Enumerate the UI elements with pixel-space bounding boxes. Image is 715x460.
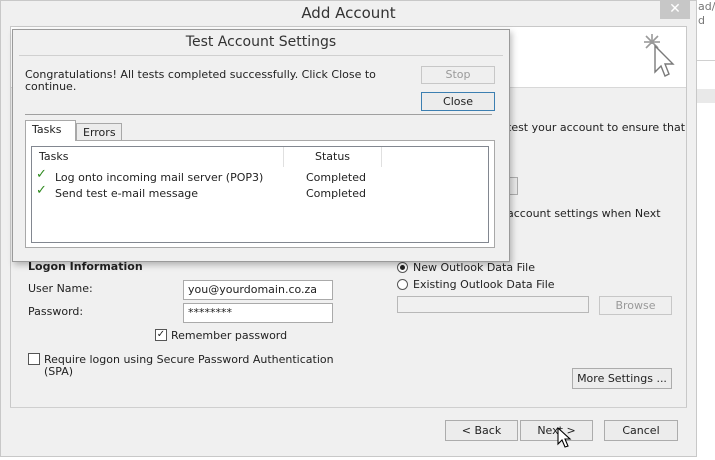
task-row-1-name: Log onto incoming mail server (POP3) (55, 171, 264, 184)
browse-button[interactable]: Browse (599, 296, 672, 315)
task-row-2-status: Completed (306, 187, 366, 200)
column-header-status[interactable]: Status (284, 147, 382, 167)
background-divider (697, 60, 715, 61)
tab-join (26, 139, 75, 141)
username-label: User Name: (28, 282, 93, 295)
background-window-text: ad/ d (698, 0, 715, 27)
footer-divider (10, 407, 687, 408)
popup-message-line2: continue. (25, 80, 77, 93)
task-row-2-name: Send test e-mail message (55, 187, 199, 200)
remember-password-checkbox[interactable]: ✓ (155, 329, 167, 341)
remember-password-label: Remember password (171, 329, 288, 342)
stop-button[interactable]: Stop (421, 66, 495, 84)
password-label: Password: (28, 305, 84, 318)
mouse-cursor-icon (557, 427, 572, 448)
cursor-sparkle-icon (644, 34, 675, 77)
check-icon: ✓ (36, 183, 47, 198)
spa-label-line2: (SPA) (44, 365, 74, 378)
back-button[interactable]: < Back (445, 420, 518, 441)
more-settings-button[interactable]: More Settings ... (572, 368, 672, 389)
cancel-button[interactable]: Cancel (604, 420, 678, 441)
existing-datafile-label: Existing Outlook Data File (413, 278, 555, 291)
close-icon[interactable]: ✕ (660, 0, 690, 19)
dialog-title: Add Account (301, 4, 396, 22)
spa-checkbox[interactable] (28, 353, 40, 365)
column-header-tasks[interactable]: Tasks (32, 147, 284, 167)
new-datafile-radio[interactable] (397, 262, 408, 273)
new-datafile-label: New Outlook Data File (413, 261, 535, 274)
popup-title: Test Account Settings (185, 34, 337, 50)
task-row-1-status: Completed (306, 171, 366, 184)
description-text-1: test your account to ensure that (507, 121, 686, 134)
password-input[interactable]: ******** (183, 303, 333, 323)
tab-errors[interactable]: Errors (76, 123, 122, 141)
tab-tasks[interactable]: Tasks (25, 120, 76, 141)
description-text-2: account settings when Next (507, 207, 661, 220)
close-button[interactable]: Close (421, 92, 495, 111)
existing-datafile-radio[interactable] (397, 279, 408, 290)
popup-message-line1: Congratulations! All tests completed suc… (25, 68, 376, 81)
background-window (697, 0, 715, 460)
datafile-path-input[interactable] (397, 296, 589, 313)
check-icon: ✓ (36, 167, 47, 182)
popup-separator (25, 114, 492, 115)
spa-label-line1: Require logon using Secure Password Auth… (44, 353, 334, 366)
background-bar (697, 89, 715, 103)
username-input[interactable]: you@yourdomain.co.za (183, 280, 333, 300)
